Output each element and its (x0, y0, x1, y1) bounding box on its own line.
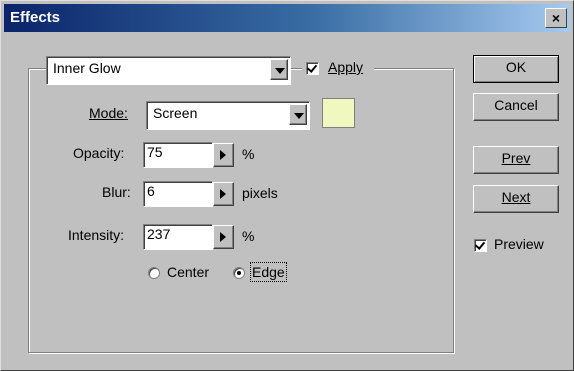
center-label: Center (167, 264, 210, 280)
opacity-label: Opacity: (73, 145, 125, 161)
glow-color-swatch[interactable] (322, 98, 355, 128)
apply-checkbox-row[interactable]: Apply (302, 59, 374, 79)
edge-radio[interactable] (233, 267, 245, 279)
next-label: Next (501, 189, 531, 205)
blur-value: 6 (147, 183, 155, 199)
triangle-right-icon (220, 232, 226, 242)
center-radio-option[interactable]: Center (146, 264, 221, 284)
close-button[interactable]: × (545, 8, 567, 28)
opacity-unit: % (242, 146, 255, 162)
title-bar[interactable]: Effects × (4, 4, 570, 32)
blur-stepper[interactable] (213, 182, 234, 206)
blur-input[interactable]: 6 (143, 181, 213, 207)
center-radio[interactable] (148, 267, 160, 279)
prev-button[interactable]: Prev (473, 146, 559, 174)
ok-label: OK (505, 59, 527, 75)
triangle-right-icon (220, 150, 226, 160)
mode-dropdown-arrow[interactable] (289, 104, 307, 125)
intensity-stepper[interactable] (213, 225, 234, 249)
intensity-label: Intensity: (68, 227, 125, 243)
mode-label: Mode: (89, 105, 128, 121)
next-button[interactable]: Next (473, 185, 559, 213)
effect-type-dropdown[interactable]: Inner Glow (46, 56, 291, 85)
blur-unit: pixels (242, 185, 278, 201)
effects-dialog: Effects × Inner Glow Apply Mode: Screen … (0, 0, 574, 371)
checkmark-icon (474, 239, 486, 250)
intensity-value: 237 (147, 226, 171, 242)
triangle-right-icon (220, 189, 226, 199)
prev-label: Prev (501, 150, 531, 166)
opacity-value: 75 (147, 144, 163, 160)
preview-label: Preview (494, 236, 544, 252)
effect-type-dropdown-arrow[interactable] (270, 59, 288, 80)
cancel-button[interactable]: Cancel (473, 93, 559, 121)
blur-label: Blur: (102, 184, 131, 200)
chevron-down-icon (275, 68, 285, 74)
opacity-stepper[interactable] (213, 143, 234, 167)
intensity-input[interactable]: 237 (143, 224, 213, 250)
dialog-title: Effects (10, 9, 61, 26)
edge-radio-option[interactable]: Edge (231, 262, 293, 284)
opacity-input[interactable]: 75 (143, 142, 213, 168)
radio-selected-dot (237, 271, 241, 275)
chevron-down-icon (294, 113, 304, 119)
intensity-unit: % (242, 228, 255, 244)
apply-label: Apply (328, 59, 364, 75)
close-icon: × (551, 10, 561, 26)
edge-label: Edge (250, 262, 287, 282)
apply-checkbox[interactable] (306, 62, 319, 75)
ok-button[interactable]: OK (473, 55, 559, 83)
checkmark-icon (306, 62, 318, 73)
preview-checkbox-row[interactable]: Preview (471, 236, 567, 256)
preview-checkbox[interactable] (474, 239, 487, 252)
mode-value: Screen (153, 105, 198, 121)
effect-type-value: Inner Glow (53, 60, 121, 76)
mode-dropdown[interactable]: Screen (146, 101, 310, 130)
cancel-label: Cancel (494, 97, 538, 113)
